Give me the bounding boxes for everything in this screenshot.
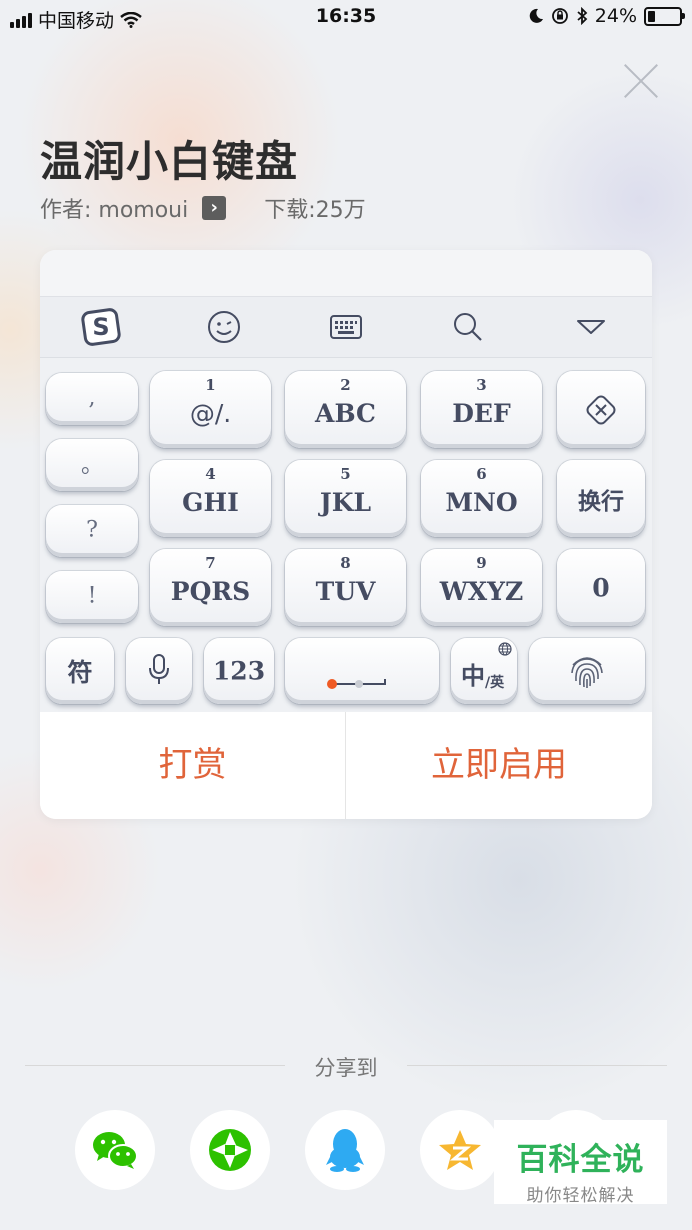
share-qq-button[interactable] bbox=[305, 1110, 385, 1190]
punct-key-comma[interactable]: , bbox=[46, 373, 138, 425]
t9-key-6[interactable]: 6 MNO bbox=[421, 460, 542, 537]
mic-icon bbox=[149, 654, 169, 684]
page-title: 温润小白键盘 bbox=[40, 137, 299, 186]
share-title: 分享到 bbox=[314, 1056, 378, 1080]
keyboard-icon[interactable] bbox=[326, 309, 366, 345]
close-icon[interactable] bbox=[622, 62, 660, 100]
t9-key-5[interactable]: 5 JKL bbox=[285, 460, 406, 537]
status-right: 24% bbox=[528, 5, 685, 27]
arrow-right-icon[interactable]: › bbox=[202, 196, 227, 220]
t9-key-8[interactable]: 8 TUV bbox=[285, 549, 406, 626]
moon-icon bbox=[529, 8, 543, 23]
t9-key-2[interactable]: 2 ABC bbox=[285, 371, 406, 448]
t9-key-9[interactable]: 9 WXYZ bbox=[421, 549, 542, 626]
punct-key-question[interactable]: ? bbox=[46, 505, 138, 557]
backspace-key[interactable] bbox=[557, 371, 645, 448]
t9-key-1[interactable]: 1 @/. bbox=[150, 371, 271, 448]
keyboard-preview-card: S , 。 ? ! 1 @/. 2 ABC 3 DEF 4 GHI 5 JKL … bbox=[40, 250, 652, 819]
candidate-bar bbox=[40, 250, 652, 296]
numbers-key[interactable]: 123 bbox=[204, 638, 274, 704]
wechat-icon bbox=[93, 1132, 138, 1169]
tip-button[interactable]: 打赏 bbox=[40, 712, 345, 819]
globe-icon bbox=[498, 642, 512, 656]
moments-icon bbox=[209, 1129, 251, 1171]
space-key[interactable] bbox=[285, 638, 439, 704]
symbols-key[interactable]: 符 bbox=[46, 638, 114, 704]
fingerprint-key[interactable] bbox=[529, 638, 645, 704]
share-wechat-button[interactable] bbox=[75, 1110, 155, 1190]
download-count: 下载:25万 bbox=[264, 198, 366, 223]
collapse-icon[interactable] bbox=[571, 309, 611, 345]
share-qzone-button[interactable] bbox=[420, 1110, 500, 1190]
t9-key-7[interactable]: 7 PQRS bbox=[150, 549, 271, 626]
battery-percent: 24% bbox=[594, 5, 637, 27]
svg-text:S: S bbox=[92, 313, 109, 341]
orientation-lock-icon bbox=[551, 8, 568, 24]
t9-key-3[interactable]: 3 DEF bbox=[421, 371, 542, 448]
qzone-icon bbox=[439, 1130, 481, 1170]
punct-key-exclaim[interactable]: ! bbox=[46, 571, 138, 623]
status-bar: 中国移动 16:35 24% bbox=[0, 0, 692, 36]
sogou-logo-icon[interactable]: S bbox=[81, 308, 121, 346]
enter-key[interactable]: 换行 bbox=[557, 460, 645, 537]
watermark-subtitle: 助你轻松解决 bbox=[526, 1186, 635, 1206]
enable-button[interactable]: 立即启用 bbox=[346, 712, 652, 819]
voice-key[interactable] bbox=[126, 638, 192, 704]
qq-icon bbox=[326, 1129, 364, 1172]
battery-icon bbox=[644, 6, 685, 26]
keyboard-preview: S , 。 ? ! 1 @/. 2 ABC 3 DEF 4 GHI 5 JKL … bbox=[40, 250, 652, 712]
search-icon[interactable] bbox=[448, 309, 488, 345]
punct-key-period[interactable]: 。 bbox=[46, 439, 138, 491]
t9-key-4[interactable]: 4 GHI bbox=[150, 460, 271, 537]
card-actions: 打赏 立即启用 bbox=[40, 712, 652, 819]
watermark: 百科全说 助你轻松解决 bbox=[494, 1120, 667, 1206]
watermark-title: 百科全说 bbox=[516, 1142, 645, 1178]
language-switch-key[interactable]: 中 /英 bbox=[451, 638, 517, 704]
zero-key[interactable]: 0 bbox=[557, 549, 645, 626]
emoji-icon[interactable] bbox=[204, 309, 244, 345]
backspace-icon bbox=[586, 395, 616, 425]
lang-sub-label: /英 bbox=[485, 675, 505, 691]
keyboard-toolbar: S bbox=[40, 296, 652, 358]
author-link[interactable]: 作者: momoui bbox=[40, 192, 188, 224]
bluetooth-icon bbox=[577, 7, 588, 25]
lang-main-label: 中 bbox=[461, 662, 485, 690]
share-moments-button[interactable] bbox=[190, 1110, 270, 1190]
battery-level bbox=[648, 10, 655, 22]
fingerprint-icon bbox=[571, 657, 603, 688]
space-icon bbox=[327, 679, 386, 689]
share-divider-right bbox=[407, 1065, 667, 1066]
theme-meta: 作者: momoui › 下载:25万 bbox=[40, 192, 366, 224]
